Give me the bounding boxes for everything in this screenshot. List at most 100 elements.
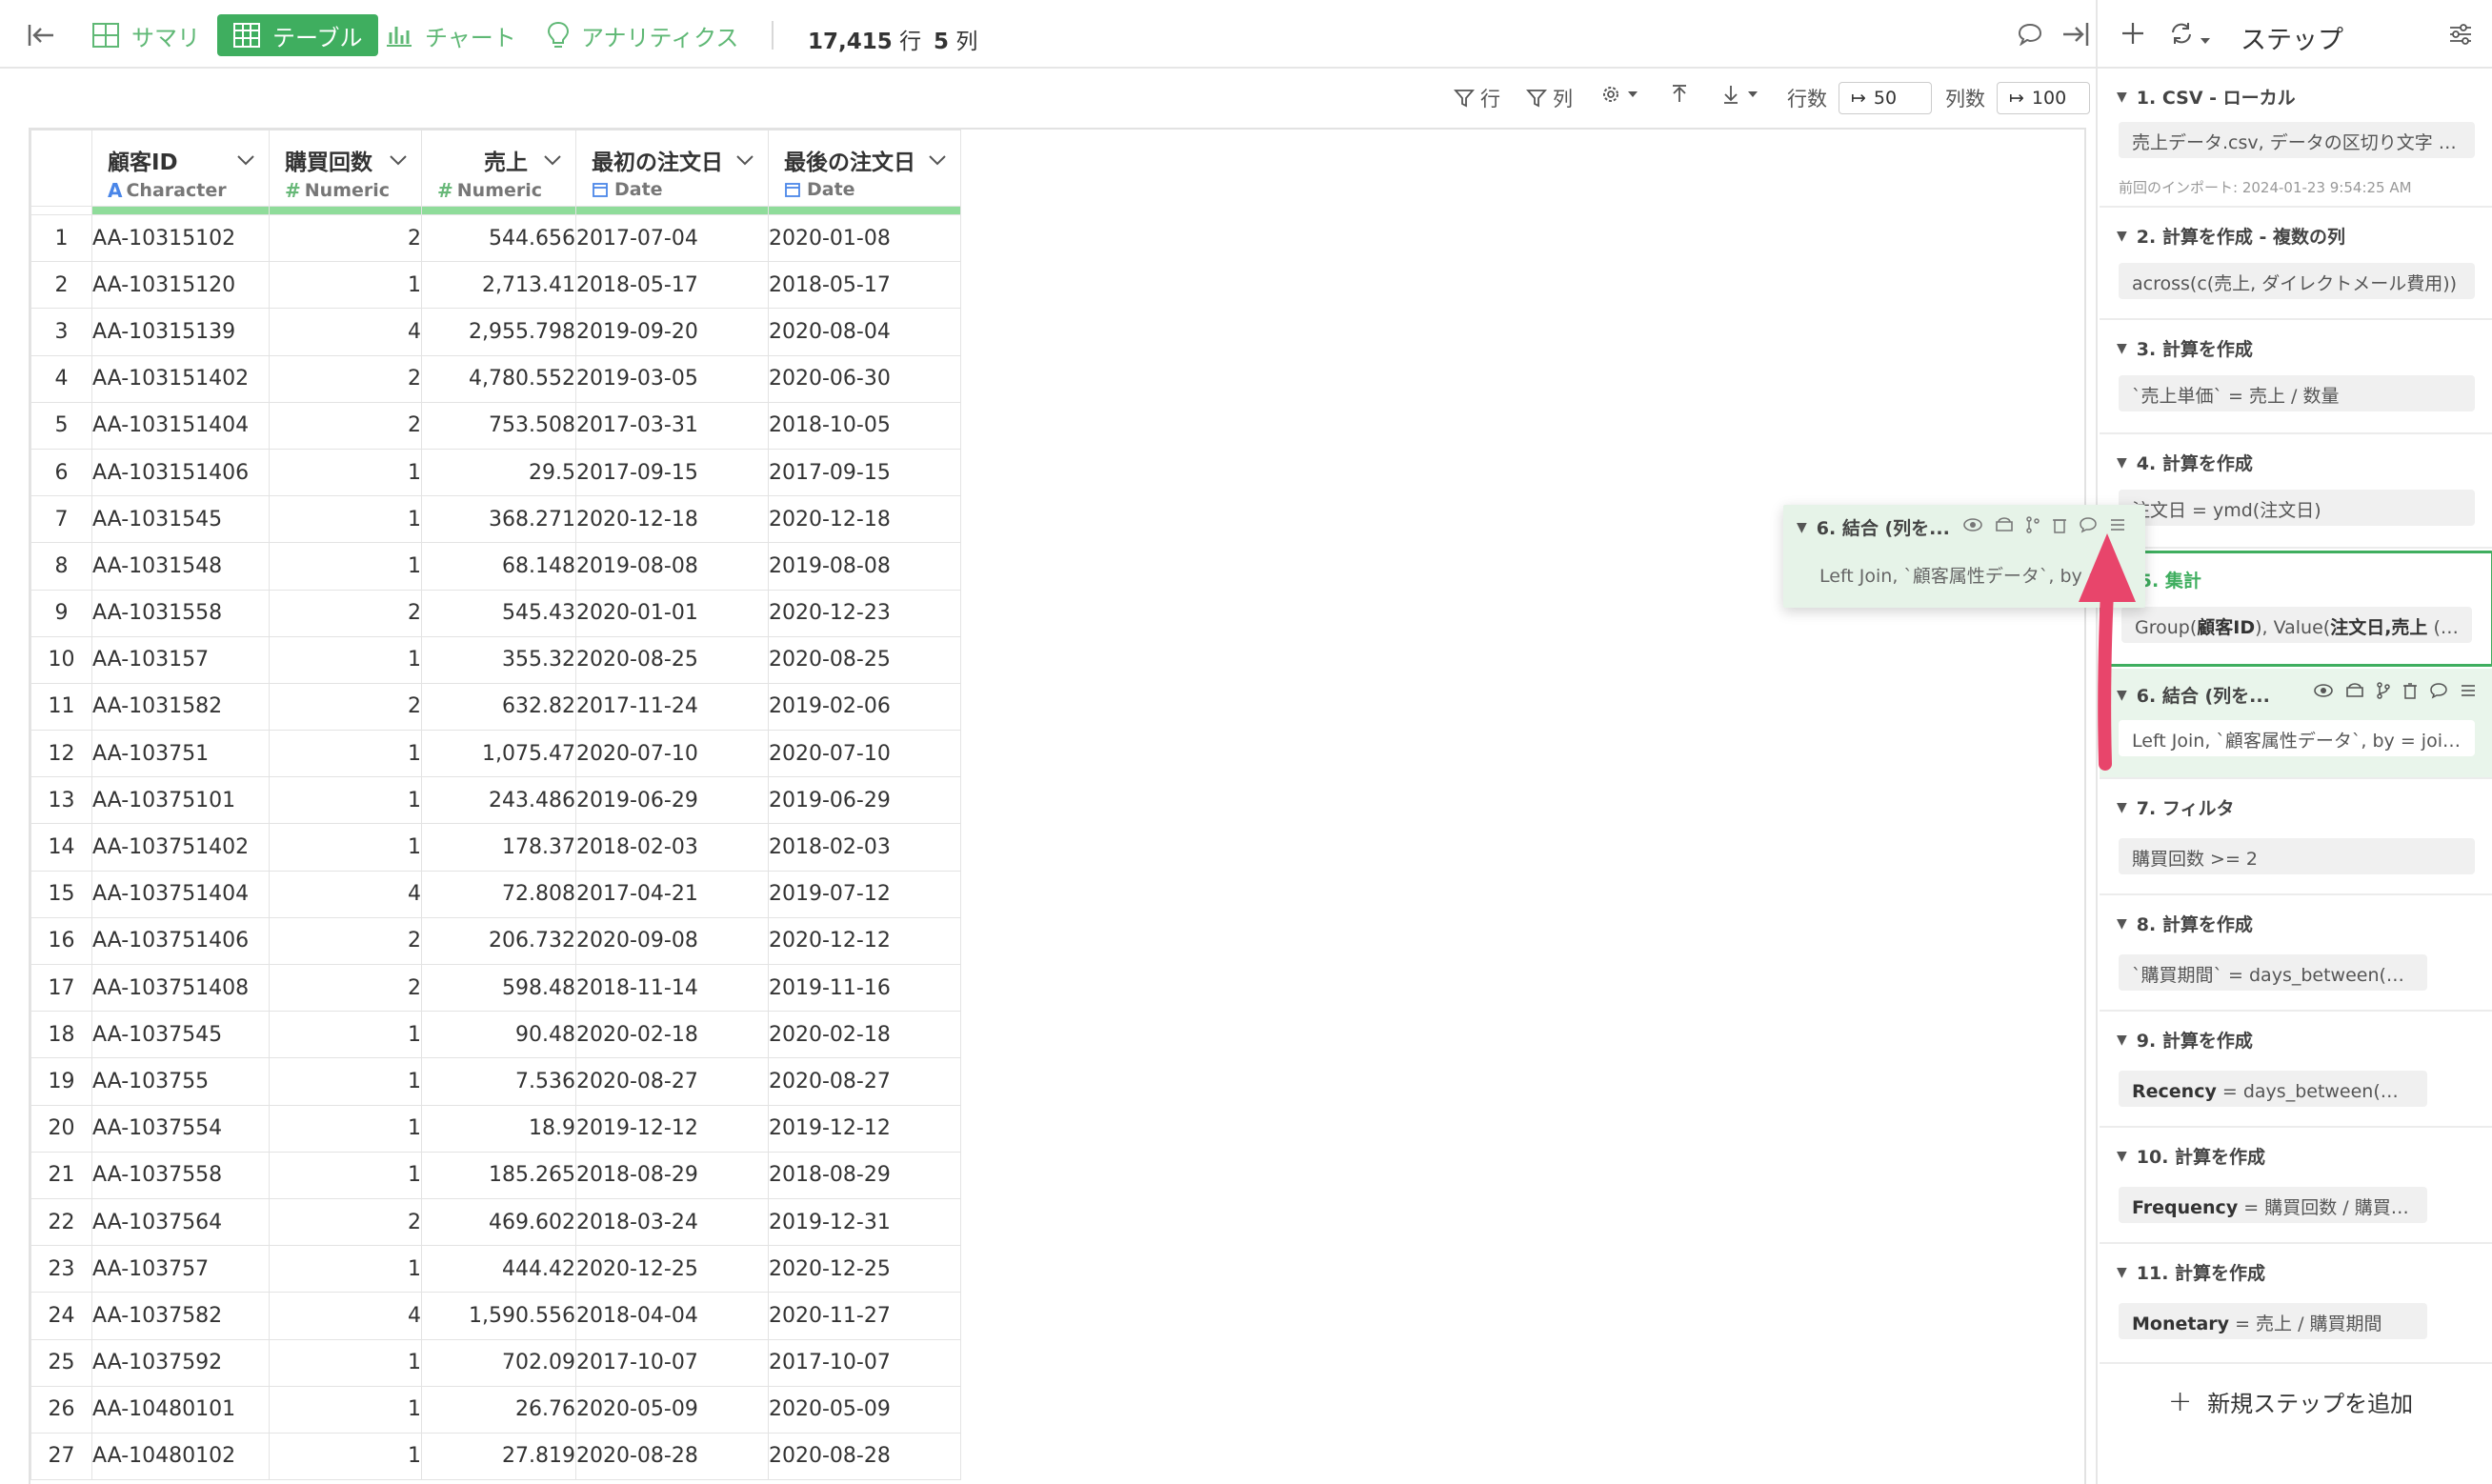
eye-icon[interactable] <box>2313 682 2334 699</box>
step-body: Group(顧客ID), Value(注文日,売上 (… <box>2121 607 2472 643</box>
collapse-right-icon[interactable] <box>2061 21 2090 51</box>
tab-summary[interactable]: サマリ <box>91 14 200 56</box>
table-row[interactable]: 15 AA-103751404 4 72.808 2017-04-21 2019-07-1… <box>30 870 961 918</box>
filter-rows-button[interactable]: 行 <box>1454 84 1500 112</box>
table-row[interactable]: 8 AA-1031548 1 68.148 2019-08-08 2019-08-08 <box>30 542 961 591</box>
chevron-down-icon[interactable] <box>236 153 255 167</box>
table-row[interactable]: 9 AA-1031558 2 545.43 2020-01-01 2020-12-23 <box>30 589 961 637</box>
table-row[interactable]: 1 AA-10315102 2 544.656 2017-07-04 2020-01-08 <box>30 213 961 263</box>
table-row[interactable]: 14 AA-103751402 1 178.37 2018-02-03 2018-02-0… <box>30 823 961 872</box>
customer-id-cell: AA-103751404 <box>91 870 270 918</box>
table-row[interactable]: 7 AA-1031545 1 368.271 2020-12-18 2020-12-18 <box>30 495 961 544</box>
table-row[interactable]: 20 AA-1037554 1 18.9 2019-12-12 2019-12-12 <box>30 1104 961 1153</box>
comment-icon[interactable] <box>2018 23 2042 50</box>
add-step-button[interactable]: + 新規ステップを追加 <box>2168 1385 2413 1418</box>
trash-icon[interactable] <box>2402 682 2418 699</box>
collapse-triangle-icon[interactable]: ▼ <box>2117 90 2127 105</box>
step-item[interactable]: ▼ 3. 計算を作成 `売上単価` = 売上 / 数量 <box>2100 322 2492 434</box>
collapse-triangle-icon[interactable]: ▼ <box>2117 916 2127 932</box>
table-subtoolbar: 行 列 行数 ↦ 50 列数 ↦ 100 <box>0 76 2096 122</box>
table-row[interactable]: 5 AA-103151404 2 753.508 2017-03-31 2018-10-0… <box>30 401 961 450</box>
step-item[interactable]: ▼ 8. 計算を作成 `購買期間` = days_between(最初の注文日, … <box>2100 897 2492 1012</box>
step-item[interactable]: ▼ 2. 計算を作成 - 複数の列 across(c(売上, ダイレクトメール費用… <box>2100 210 2492 320</box>
table-row[interactable]: 19 AA-103755 1 7.536 2020-08-27 2020-08-27 <box>30 1057 961 1106</box>
table-row[interactable]: 18 AA-1037545 1 90.48 2020-02-18 2020-02-18 <box>30 1011 961 1059</box>
settings-dropdown[interactable] <box>1600 84 1644 105</box>
lightbulb-icon <box>547 21 570 48</box>
step-item[interactable]: ▼ 6. 結合 (列を... Left Join, `顧客属性データ`, by =… <box>2100 669 2492 779</box>
table-row[interactable]: 27 AA-10480102 1 27.819 2020-08-28 2020-08-28 <box>30 1432 961 1481</box>
step-body-text: Recency <box>2132 1081 2217 1102</box>
table-row[interactable]: 23 AA-103757 1 444.42 2020-12-25 2020-12-25 <box>30 1245 961 1293</box>
tab-analytics[interactable]: アナリティクス <box>547 14 738 56</box>
plus-icon[interactable] <box>2120 21 2145 50</box>
tab-table[interactable]: テーブル <box>217 14 378 56</box>
refresh-dropdown[interactable] <box>2168 21 2211 50</box>
chevron-down-icon[interactable] <box>543 153 562 167</box>
step-item[interactable]: ▼ 1. CSV - ローカル 売上データ.csv, データの区切り文字 = , … <box>2100 70 2492 208</box>
menu-icon[interactable] <box>2460 682 2477 699</box>
last-order-date-cell: 2020-12-12 <box>768 916 961 966</box>
step-item-selected[interactable]: ▼5. 集計 Group(顧客ID), Value(注文日,売上 (… <box>2100 551 2492 667</box>
steps-panel-header: ステップ <box>2098 0 2492 69</box>
table-row[interactable]: 17 AA-103751408 2 598.48 2018-11-14 2019-11-1… <box>30 963 961 1013</box>
cols-input[interactable]: ↦ 100 <box>1997 82 2090 114</box>
column-type: # Numeric <box>270 179 421 202</box>
upload-icon[interactable] <box>1669 84 1696 105</box>
collapse-triangle-icon[interactable]: ▼ <box>2117 341 2127 356</box>
collapse-triangle-icon[interactable]: ▼ <box>2117 229 2127 244</box>
first-order-date-cell: 2017-09-15 <box>575 448 769 497</box>
table-row[interactable]: 6 AA-103151406 1 29.5 2017-09-15 2017-09-15 <box>30 448 961 497</box>
step-item[interactable]: ▼ 11. 計算を作成 Monetary = 売上 / 購買期間 <box>2100 1246 2492 1364</box>
table-row[interactable]: 16 AA-103751406 2 206.732 2020-09-08 2020-12-… <box>30 916 961 966</box>
column-header[interactable]: 顧客ID A Character <box>91 130 270 207</box>
column-header[interactable]: 売上 # Numeric <box>421 130 576 207</box>
step-title: ▼ 11. 計算を作成 <box>2117 1259 2265 1285</box>
tab-chart[interactable]: チャート <box>385 14 516 56</box>
table-row[interactable]: 4 AA-103151402 2 4,780.552 2019-03-05 2020-06… <box>30 354 961 403</box>
column-header[interactable]: 最初の注文日 Date <box>575 130 769 207</box>
step-item[interactable]: ▼ 9. 計算を作成 Recency = days_between(最後の注文日,… <box>2100 1013 2492 1128</box>
collapse-triangle-icon[interactable]: ▼ <box>2117 1149 2127 1164</box>
collapse-triangle-icon[interactable]: ▼ <box>2117 800 2127 815</box>
database-icon[interactable] <box>2345 682 2364 699</box>
download-dropdown[interactable] <box>1720 84 1764 105</box>
collapse-triangle-icon[interactable]: ▼ <box>2117 455 2127 471</box>
sliders-icon[interactable] <box>2448 23 2473 50</box>
collapse-triangle-icon[interactable]: ▼ <box>2117 1033 2127 1048</box>
customer-id-cell: AA-103751408 <box>91 963 270 1013</box>
chevron-down-icon[interactable] <box>389 153 408 167</box>
table-row[interactable]: 11 AA-1031582 2 632.82 2017-11-24 2019-02-06 <box>30 682 961 732</box>
step-item[interactable]: ▼ 7. フィルタ 購買回数 >= 2 <box>2100 781 2492 895</box>
step-item[interactable]: ▼ 4. 計算を作成 注文日 = ymd(注文日) <box>2100 436 2492 549</box>
table-row[interactable]: 10 AA-103157 1 355.32 2020-08-25 2020-08-25 <box>30 635 961 684</box>
table-row[interactable]: 26 AA-10480101 1 26.76 2020-05-09 2020-05-09 <box>30 1385 961 1434</box>
table-row[interactable]: 12 AA-103751 1 1,075.47 2020-07-10 2020-07-10 <box>30 730 961 778</box>
last-order-date-cell: 2017-10-07 <box>768 1338 961 1387</box>
step-item[interactable]: ▼ 10. 計算を作成 Frequency = 購買回数 / 購買期間 <box>2100 1130 2492 1244</box>
collapse-triangle-icon: ▼ <box>1797 519 1807 535</box>
table-row[interactable]: 2 AA-10315120 1 2,713.41 2018-05-17 2018-05-1… <box>30 261 961 310</box>
rows-input[interactable]: ↦ 50 <box>1839 82 1932 114</box>
branch-icon[interactable] <box>2376 682 2391 699</box>
table-row[interactable]: 24 AA-1037582 4 1,590.556 2018-04-04 2020-11-… <box>30 1292 961 1340</box>
collapse-left-icon[interactable] <box>27 14 67 56</box>
first-order-date-cell: 2017-07-04 <box>575 213 769 263</box>
table-row[interactable]: 21 AA-1037558 1 185.265 2018-08-29 2018-08-29 <box>30 1151 961 1199</box>
table-row[interactable]: 3 AA-10315139 4 2,955.798 2019-09-20 2020-08-… <box>30 308 961 356</box>
chevron-down-icon[interactable] <box>928 153 947 167</box>
table-row[interactable]: 25 AA-1037592 1 702.09 2017-10-07 2017-10-07 <box>30 1338 961 1387</box>
column-header[interactable]: 購買回数 # Numeric <box>269 130 422 207</box>
chevron-down-icon[interactable] <box>735 153 754 167</box>
filter-columns-button[interactable]: 列 <box>1526 84 1573 112</box>
purchase-count-cell: 1 <box>269 823 422 872</box>
column-header[interactable]: 最後の注文日 Date <box>768 130 961 207</box>
table-row[interactable]: 13 AA-10375101 1 243.486 2019-06-29 2019-06-2… <box>30 776 961 825</box>
collapse-triangle-icon[interactable]: ▼ <box>2117 1265 2127 1280</box>
database-icon <box>1996 517 2013 531</box>
step-body-text: Monetary <box>2132 1314 2230 1334</box>
column-type-label: Numeric <box>304 180 391 201</box>
last-order-date-cell: 2019-12-12 <box>768 1104 961 1153</box>
table-row[interactable]: 22 AA-1037564 2 469.602 2018-03-24 2019-12-31 <box>30 1197 961 1247</box>
comment-icon[interactable] <box>2429 682 2448 699</box>
